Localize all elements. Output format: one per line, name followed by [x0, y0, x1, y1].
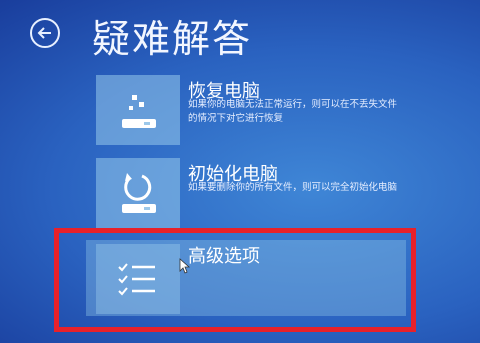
advanced-options-tile[interactable] — [96, 244, 180, 314]
page-title: 疑难解答 — [92, 17, 253, 61]
arrow-left-icon — [37, 27, 51, 39]
back-button[interactable] — [30, 18, 60, 48]
option-reset-pc-description: 如果要删除你的所有文件，则可以完全初始化电脑 — [188, 182, 398, 193]
mouse-cursor-icon — [179, 258, 191, 278]
option-refresh-pc-description: 如果你的电脑无法正常运行，则可以在不丢失文件的情况下对它进行恢复 — [188, 99, 398, 124]
reset-pc-icon — [122, 173, 156, 213]
refresh-pc-tile[interactable] — [96, 75, 180, 145]
refresh-pc-icon — [122, 95, 156, 128]
checklist-icon — [118, 263, 155, 296]
option-advanced-options-title[interactable]: 高级选项 — [188, 242, 260, 268]
reset-pc-tile[interactable] — [96, 158, 180, 228]
